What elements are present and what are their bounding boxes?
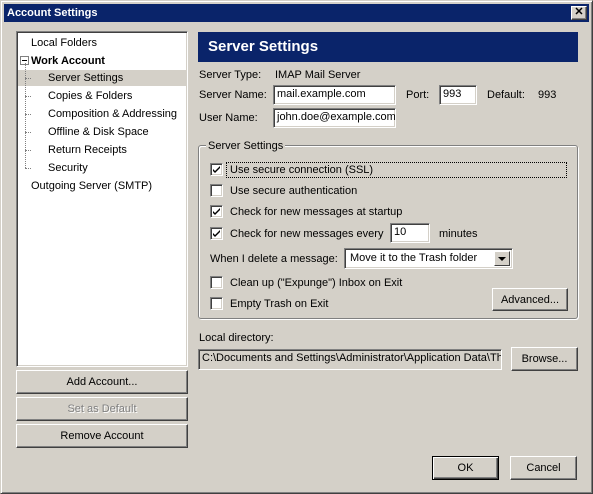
set-default-button[interactable]: Set as Default	[16, 397, 188, 421]
check-icon	[213, 230, 220, 237]
page-title: Server Settings	[198, 32, 578, 62]
server-type-value: IMAP Mail Server	[275, 69, 361, 81]
expunge-checkbox[interactable]	[210, 276, 223, 289]
local-directory-field[interactable]: C:\Documents and Settings\Administrator\…	[198, 349, 502, 370]
check-icon	[213, 208, 220, 215]
port-label: Port:	[406, 89, 430, 101]
check-startup-label[interactable]: Check for new messages at startup	[230, 206, 402, 219]
tree-item-security[interactable]: Security	[48, 160, 88, 176]
expunge-label[interactable]: Clean up ("Expunge") Inbox on Exit	[230, 277, 402, 290]
check-every-label[interactable]: Check for new messages every	[230, 228, 383, 241]
check-every-checkbox[interactable]	[210, 227, 223, 240]
server-name-field[interactable]: mail.example.com	[273, 85, 396, 105]
empty-trash-label[interactable]: Empty Trash on Exit	[230, 298, 328, 311]
tree-item-outgoing-server[interactable]: Outgoing Server (SMTP)	[31, 178, 152, 194]
account-tree[interactable]: Local Folders Work Account Server Settin…	[16, 31, 188, 367]
server-type-label: Server Type:	[199, 69, 262, 81]
user-name-label: User Name:	[199, 112, 258, 124]
cancel-button[interactable]: Cancel	[510, 456, 577, 480]
tree-connector	[25, 132, 31, 133]
server-name-label: Server Name:	[199, 89, 267, 101]
browse-button[interactable]: Browse...	[511, 347, 578, 371]
tree-item-copies-folders[interactable]: Copies & Folders	[48, 88, 132, 104]
window-title: Account Settings	[7, 7, 98, 19]
check-interval-field[interactable]: 10	[390, 223, 430, 243]
title-bar: Account Settings ✕	[4, 4, 589, 22]
secure-auth-label[interactable]: Use secure authentication	[230, 185, 357, 198]
default-port-value: 993	[538, 89, 557, 101]
advanced-button[interactable]: Advanced...	[492, 288, 568, 311]
tree-item-offline-disk[interactable]: Offline & Disk Space	[48, 124, 149, 140]
check-icon	[213, 166, 220, 173]
tree-item-work-account[interactable]: Work Account	[31, 53, 105, 69]
user-name-field[interactable]: john.doe@example.com	[273, 108, 396, 128]
local-directory-label: Local directory:	[199, 332, 274, 344]
default-port-label: Default:	[487, 89, 525, 101]
chevron-down-icon[interactable]	[494, 251, 510, 266]
tree-item-return-receipts[interactable]: Return Receipts	[48, 142, 127, 158]
add-account-button[interactable]: Add Account...	[16, 370, 188, 394]
check-startup-checkbox[interactable]	[210, 205, 223, 218]
ok-button[interactable]: OK	[432, 456, 499, 480]
group-legend: Server Settings	[206, 140, 286, 152]
delete-action-select[interactable]: Move it to the Trash folder	[344, 248, 513, 269]
tree-item-composition[interactable]: Composition & Addressing	[48, 106, 177, 122]
remove-account-button[interactable]: Remove Account	[16, 424, 188, 448]
port-field[interactable]: 993	[439, 85, 477, 105]
tree-connector	[25, 150, 31, 151]
tree-item-server-settings[interactable]: Server Settings	[48, 70, 123, 86]
ssl-checkbox[interactable]	[210, 163, 223, 176]
account-settings-window: Account Settings ✕ Local Folders Work Ac…	[0, 0, 593, 494]
tree-item-local-folders[interactable]: Local Folders	[31, 35, 97, 51]
tree-connector	[25, 168, 31, 169]
minutes-label: minutes	[439, 228, 478, 240]
ssl-label[interactable]: Use secure connection (SSL)	[230, 164, 373, 177]
close-button[interactable]: ✕	[571, 6, 587, 20]
delete-action-value: Move it to the Trash folder	[350, 252, 478, 264]
secure-auth-checkbox[interactable]	[210, 184, 223, 197]
delete-action-label: When I delete a message:	[210, 253, 338, 265]
tree-connector	[25, 96, 31, 97]
empty-trash-checkbox[interactable]	[210, 297, 223, 310]
close-icon: ✕	[574, 6, 584, 18]
tree-connector	[25, 78, 31, 79]
tree-connector	[25, 114, 31, 115]
